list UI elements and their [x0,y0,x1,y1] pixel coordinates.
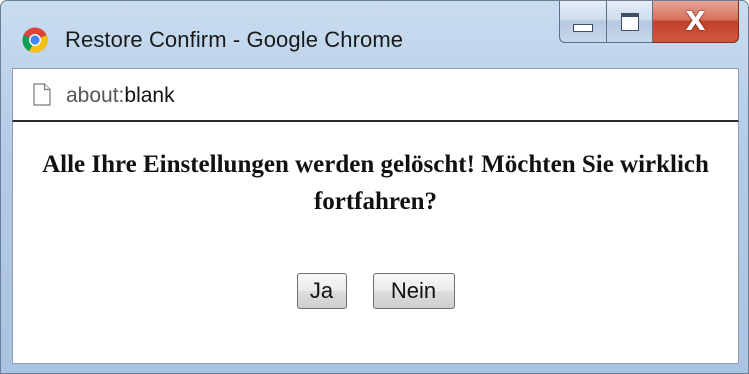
minimize-button[interactable] [559,1,607,43]
maximize-icon [620,12,639,31]
close-icon: X [685,6,706,37]
chrome-icon [22,27,48,53]
confirm-message: Alle Ihre Einstellungen werden gelöscht!… [42,151,709,215]
window-controls: X [559,1,739,43]
maximize-button[interactable] [607,1,653,43]
url-host: blank [124,84,175,107]
url-scheme: about: [66,84,125,107]
no-button[interactable]: Nein [372,273,455,309]
page-icon [33,83,51,106]
address-bar[interactable]: about:blank [12,68,739,122]
title-bar[interactable]: Restore Confirm - Google Chrome X [1,1,748,57]
button-row: Ja Nein [13,273,738,309]
minimize-icon [573,23,593,32]
yes-button[interactable]: Ja [296,273,347,309]
close-button[interactable]: X [653,1,739,43]
browser-window: Restore Confirm - Google Chrome X about:… [0,0,749,374]
url-text: about:blank [66,84,175,108]
window-title: Restore Confirm - Google Chrome [65,27,404,52]
page-content: Alle Ihre Einstellungen werden gelöscht!… [12,122,739,364]
